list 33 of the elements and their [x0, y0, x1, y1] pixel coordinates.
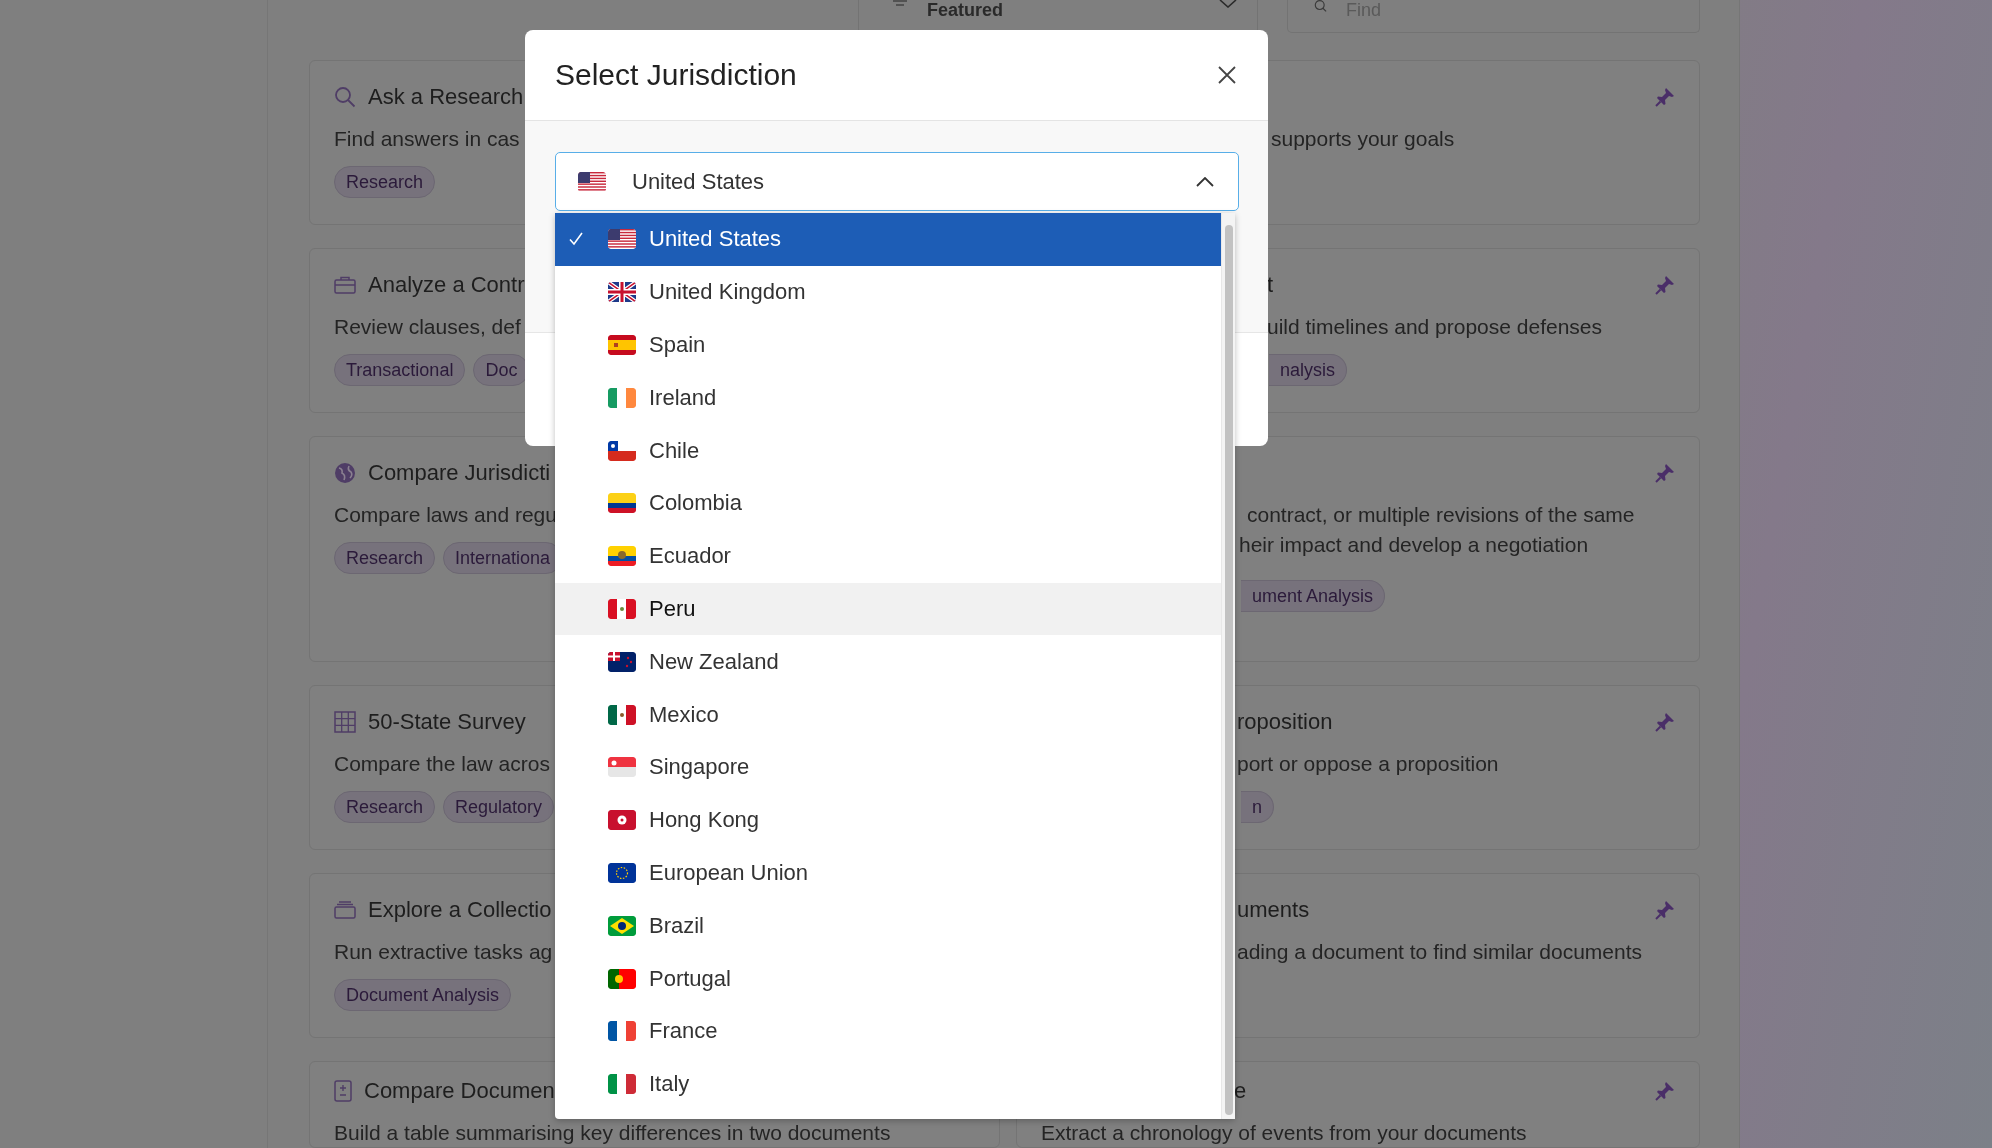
card-title: Analyze a Contr — [368, 272, 525, 298]
card-title: Explore a Collectio — [368, 897, 552, 923]
card-title: t — [1267, 272, 1274, 298]
card-description: Compare the law acros — [334, 751, 550, 777]
tag-chip: Document Analysis — [334, 979, 512, 1011]
tag-chip: Research — [334, 166, 436, 198]
dialog-title: Select Jurisdiction — [555, 58, 797, 92]
card-description: port or oppose a proposition — [1237, 751, 1499, 777]
card-title: roposition — [1237, 709, 1333, 735]
card-description: Find answers in cas — [334, 126, 520, 152]
card-description: uild timelines and propose defenses — [1267, 314, 1603, 340]
tag-chip: Regulatory — [443, 791, 555, 823]
card-description: supports your goals — [1271, 126, 1455, 152]
card-description: Build a table summarising key differences in two documents — [334, 1121, 891, 1145]
card-title: 50-State Survey — [368, 709, 526, 735]
card-title: Compare Documen — [364, 1078, 555, 1104]
card-description: Compare laws and regu — [334, 502, 557, 528]
tag-chip: Research — [334, 791, 436, 823]
card-description: contract, or multiple revisions of the same — [1247, 502, 1635, 528]
card-description: heir impact and develop a negotiation — [1239, 532, 1589, 558]
tag-chip: ument Analysis — [1241, 580, 1386, 612]
card-description: Run extractive tasks ag — [334, 939, 553, 965]
card-description: ading a document to find similar documents — [1237, 939, 1643, 965]
card-title: Ask a Research — [368, 84, 524, 110]
tag-chip: Research — [334, 542, 436, 574]
tag-chip: nalysis — [1269, 354, 1348, 386]
tag-chip: Transactional — [334, 354, 466, 386]
card-description: Review clauses, def — [334, 314, 521, 340]
card-title: e — [1234, 1078, 1247, 1104]
tag-chip: n — [1241, 791, 1274, 823]
card-description: Extract a chronology of events from your documents — [1041, 1121, 1527, 1145]
card-title: uments — [1237, 897, 1310, 923]
card-title: Compare Jurisdicti — [368, 460, 551, 486]
